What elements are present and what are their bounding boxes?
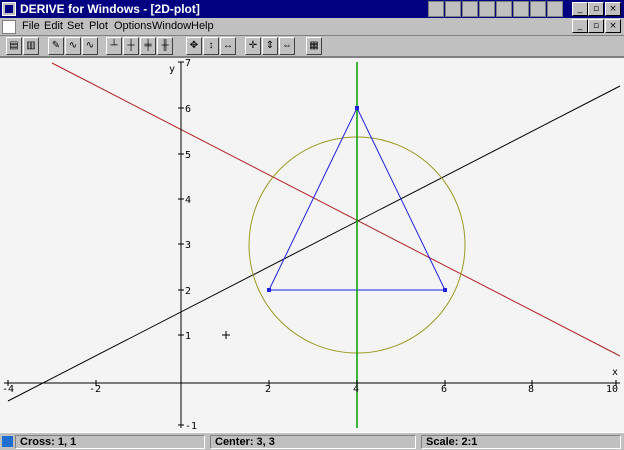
grid-icon (2, 436, 13, 447)
excel-icon[interactable] (479, 1, 495, 17)
close-button[interactable]: × (605, 2, 621, 16)
axes-icon[interactable]: ┴ (106, 37, 122, 55)
y-tick-label: 6 (185, 104, 191, 115)
menu-plot[interactable]: Plot (89, 20, 108, 32)
title-bar: DERIVE for Windows - [2D-plot] _ ▫ × (0, 0, 624, 18)
x-tick-label: 8 (528, 384, 534, 395)
zoom-out-icon[interactable]: ✥ (186, 37, 202, 55)
y-tick-label: 1 (185, 331, 191, 342)
triangle-vertex-top (355, 106, 359, 110)
red-line (51, 62, 621, 357)
pencil-icon[interactable]: ✎ (48, 37, 64, 55)
triangle-vertex-right (443, 288, 447, 292)
tray-icon[interactable] (428, 1, 444, 17)
triangle-vertex-left (267, 288, 271, 292)
grid-axes-icon[interactable]: ╪ (140, 37, 156, 55)
scale-icon[interactable]: ▦ (306, 37, 322, 55)
zoom-in-icon[interactable]: ✛ (245, 37, 261, 55)
document-icon[interactable] (2, 20, 16, 34)
x-tick-label: -2 (89, 384, 101, 395)
black-line (7, 85, 621, 402)
y-tick-label: 7 (185, 58, 191, 69)
cross-cursor (222, 331, 230, 339)
zoom-in-vertical-icon[interactable]: ⇕ (262, 37, 278, 55)
search-icon[interactable] (513, 1, 529, 17)
settings-icon[interactable] (547, 1, 563, 17)
zoom-horizontal-icon[interactable]: ↔ (220, 37, 236, 55)
doc-close-button[interactable]: × (605, 19, 621, 33)
taskbar-tray (428, 1, 563, 17)
plus-axes-icon[interactable]: ╫ (157, 37, 173, 55)
word-icon[interactable] (462, 1, 478, 17)
app-icon[interactable] (2, 2, 16, 16)
zoom-vertical-icon[interactable]: ↕ (203, 37, 219, 55)
folder-icon[interactable] (445, 1, 461, 17)
x-tick-label: 10 (606, 384, 618, 395)
y-tick-label: 5 (185, 150, 191, 161)
y-axis-label: y (169, 64, 175, 75)
menu-help[interactable]: Help (191, 20, 214, 32)
y-tick-label: 2 (185, 286, 191, 297)
browser-icon[interactable] (530, 1, 546, 17)
status-bar: Cross: 1, 1 Center: 3, 3 Scale: 2:1 (0, 432, 624, 450)
x-tick-label: 4 (353, 384, 359, 395)
menu-set[interactable]: Set (67, 20, 84, 32)
x-tick-label: -4 (2, 384, 14, 395)
y-tick-label: -1 (185, 421, 197, 432)
x-tick-label: 2 (265, 384, 271, 395)
status-scale: Scale: 2:1 (421, 435, 621, 449)
doc-minimize-button[interactable]: _ (572, 19, 588, 33)
plot-canvas[interactable]: -4 -2 2 4 6 8 10 -1 1 2 3 4 5 6 7 y x (0, 58, 624, 432)
menu-bar: File Edit Set Plot Options Window Help _… (0, 18, 624, 36)
minimize-button[interactable]: _ (572, 2, 588, 16)
status-center: Center: 3, 3 (210, 435, 416, 449)
crosshair-axes-icon[interactable]: ┼ (123, 37, 139, 55)
status-cross: Cross: 1, 1 (15, 435, 205, 449)
zoom-in-horizontal-icon[interactable]: ⇔ (279, 37, 295, 55)
wave-icon[interactable]: ∿ (65, 37, 81, 55)
menu-window[interactable]: Window (152, 20, 191, 32)
print-icon[interactable]: ▥ (23, 37, 39, 55)
powerpoint-icon[interactable] (496, 1, 512, 17)
menu-options[interactable]: Options (114, 20, 152, 32)
toolbar: ▤ ▥ ✎ ∿ ∿ ┴ ┼ ╪ ╫ ✥ ↕ ↔ ✛ ⇕ ⇔ ▦ (0, 36, 624, 58)
menu-file[interactable]: File (22, 20, 40, 32)
copy-icon[interactable]: ▤ (6, 37, 22, 55)
red-wave-icon[interactable]: ∿ (82, 37, 98, 55)
x-tick-label: 6 (441, 384, 447, 395)
y-tick-label: 3 (185, 240, 191, 251)
window-title: DERIVE for Windows - [2D-plot] (20, 2, 200, 16)
menu-edit[interactable]: Edit (44, 20, 63, 32)
doc-restore-button[interactable]: ▫ (588, 19, 604, 33)
x-axis-label: x (612, 367, 618, 378)
maximize-button[interactable]: ▫ (588, 2, 604, 16)
y-tick-label: 4 (185, 195, 191, 206)
plot-area[interactable]: -4 -2 2 4 6 8 10 -1 1 2 3 4 5 6 7 y x (0, 58, 624, 432)
